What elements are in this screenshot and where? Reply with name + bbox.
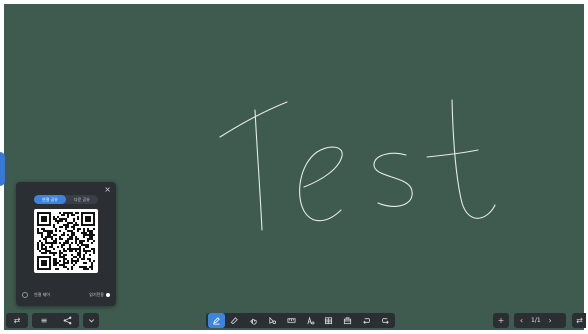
control-label: 연결 제어 bbox=[34, 292, 50, 297]
shape-tool-icon[interactable] bbox=[263, 313, 282, 328]
close-icon[interactable]: × bbox=[104, 186, 111, 194]
table-icon[interactable] bbox=[319, 313, 338, 328]
redo-icon[interactable] bbox=[376, 313, 395, 328]
qr-code bbox=[34, 209, 98, 273]
share-icon-glyph bbox=[63, 316, 72, 325]
toolbar-left-swap: ⇄ bbox=[6, 313, 28, 328]
tab-link-share[interactable]: 연결 공유 bbox=[34, 195, 66, 204]
eraser-icon[interactable] bbox=[225, 313, 244, 328]
swap-icon[interactable]: ⇄ bbox=[572, 313, 587, 328]
share-tabs: 연결 공유 다운 공유 bbox=[34, 195, 98, 204]
share-panel: × 연결 공유 다운 공유 연결 제어 읽기전용 bbox=[16, 182, 116, 306]
control-radio[interactable] bbox=[22, 292, 28, 298]
menu-icon[interactable]: ≡ bbox=[32, 313, 56, 328]
ruler-icon[interactable] bbox=[282, 313, 301, 328]
swap-icon[interactable]: ⇄ bbox=[6, 313, 28, 328]
pen-tool-icon[interactable] bbox=[208, 313, 226, 328]
select-hand-icon[interactable] bbox=[244, 313, 263, 328]
side-panel-handle[interactable] bbox=[0, 152, 5, 186]
prev-page-icon[interactable]: ‹ bbox=[514, 313, 529, 328]
toolbar-left-more bbox=[83, 313, 99, 328]
page-indicator: 1/1 bbox=[531, 317, 541, 324]
toolbar-center bbox=[206, 313, 395, 328]
tab-download-share[interactable]: 다운 공유 bbox=[66, 195, 98, 204]
read-only-label: 읽기전용 bbox=[89, 292, 104, 297]
next-page-icon[interactable]: › bbox=[543, 313, 558, 328]
toolbox-icon[interactable] bbox=[338, 313, 357, 328]
chevron-down-icon[interactable] bbox=[83, 313, 99, 328]
undo-icon[interactable] bbox=[357, 313, 376, 328]
add-page-icon[interactable]: + bbox=[493, 313, 509, 328]
share-icon[interactable] bbox=[56, 313, 79, 328]
page-navigator: ‹ 1/1 › bbox=[514, 313, 566, 328]
share-footer: 연결 제어 읽기전용 bbox=[22, 290, 110, 300]
text-tool-icon[interactable] bbox=[301, 313, 320, 328]
qr-code-image bbox=[37, 212, 95, 270]
toolbar-right-swap: ⇄ bbox=[572, 313, 586, 328]
read-only-toggle[interactable] bbox=[106, 293, 110, 297]
toolbar-left-menu: ≡ bbox=[32, 313, 79, 328]
toolbar-right-add: + bbox=[493, 313, 509, 328]
